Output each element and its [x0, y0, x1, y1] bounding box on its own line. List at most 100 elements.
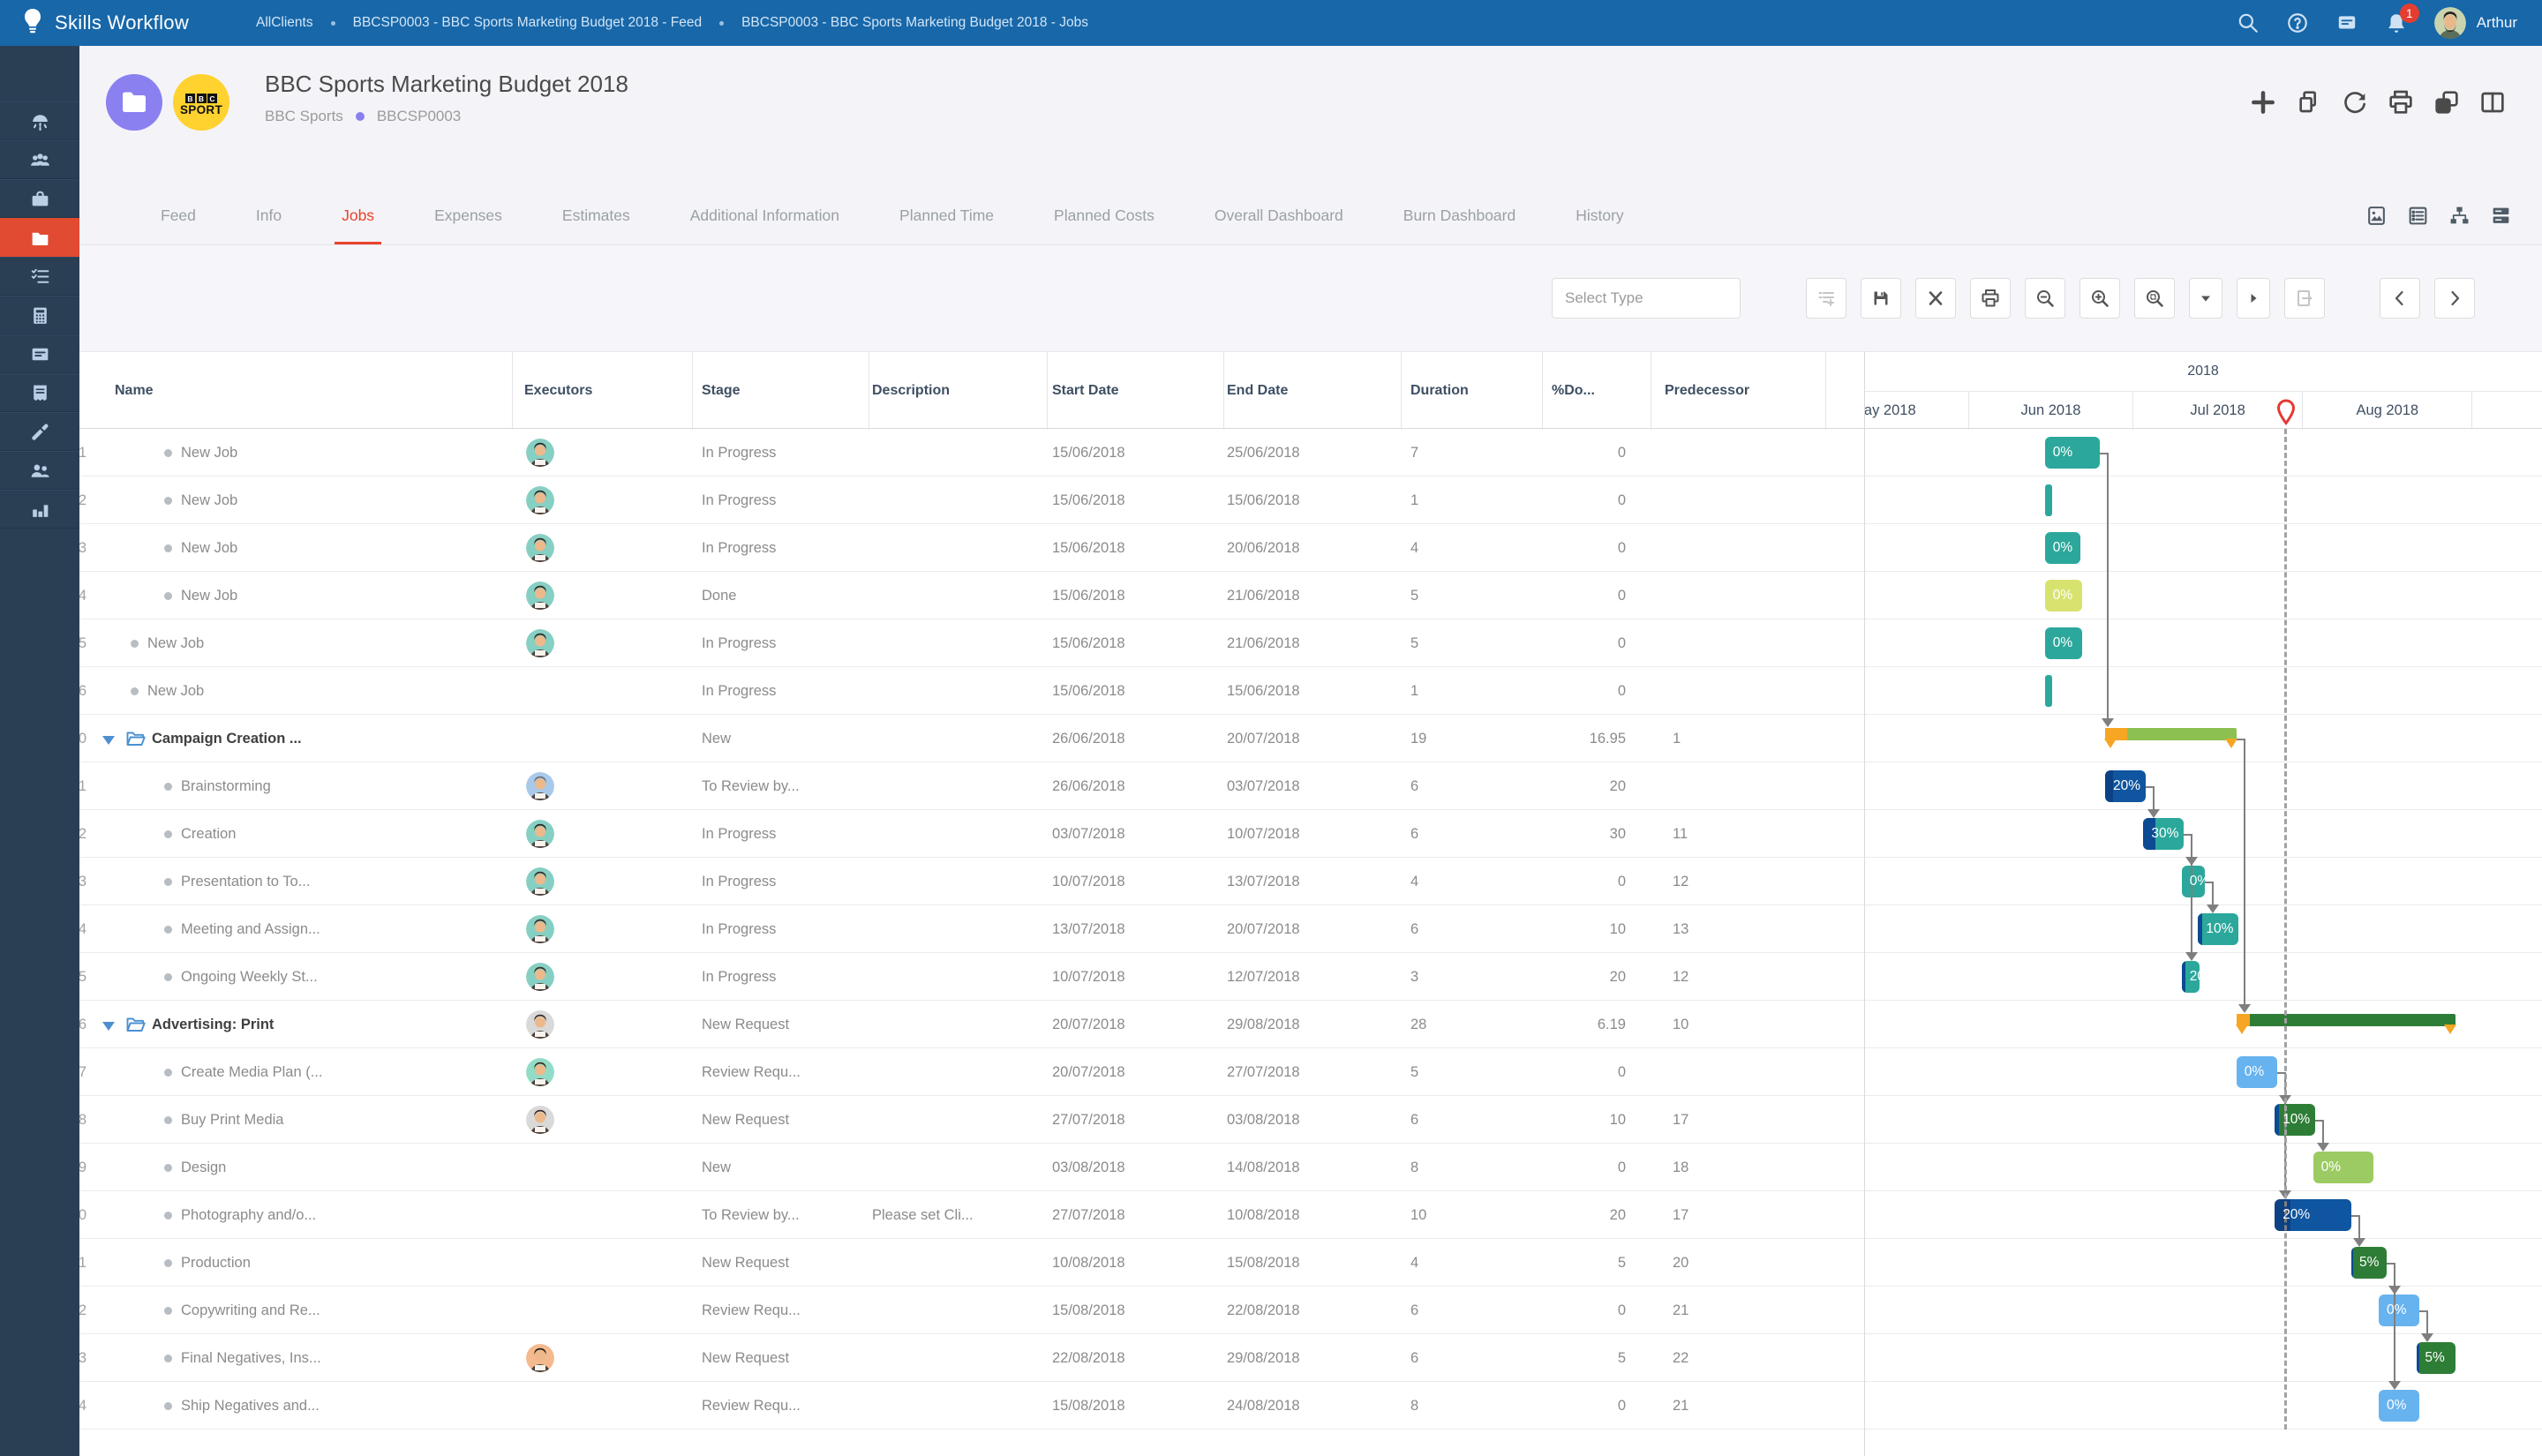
table-row[interactable]: 2New Job In Progress15/06/201815/06/2018…	[79, 477, 2542, 524]
gantt-summary-bar[interactable]	[2237, 1014, 2456, 1026]
job-name[interactable]: Ongoing Weekly St...	[181, 953, 512, 1001]
job-name[interactable]: New Job	[147, 619, 512, 667]
media-view-icon[interactable]	[2365, 205, 2388, 227]
collapse-expander[interactable]	[102, 1022, 115, 1031]
copy-button[interactable]	[2295, 88, 2323, 116]
help-icon[interactable]	[2286, 11, 2309, 34]
table-row[interactable]: 18Buy Print Media New Request27/07/20180…	[79, 1096, 2542, 1144]
table-row[interactable]: 20Photography and/o...To Review by...Ple…	[79, 1191, 2542, 1239]
tab-planned-costs[interactable]: Planned Costs	[1024, 187, 1185, 244]
job-name[interactable]: Creation	[181, 810, 512, 858]
job-name[interactable]: Campaign Creation ...	[152, 715, 512, 762]
tab-planned-time[interactable]: Planned Time	[869, 187, 1024, 244]
table-row[interactable]: 6New JobIn Progress15/06/201815/06/20181…	[79, 667, 2542, 715]
table-row[interactable]: 15Ongoing Weekly St... In Progress10/07/…	[79, 953, 2542, 1001]
job-name[interactable]: Meeting and Assign...	[181, 905, 512, 953]
table-row[interactable]: 17Create Media Plan (... Review Requ...2…	[79, 1048, 2542, 1096]
split-view-button[interactable]	[2478, 88, 2507, 116]
sidebar-item-briefcase[interactable]	[0, 179, 79, 218]
column-header-do[interactable]: %Do...	[1552, 352, 1595, 430]
table-row[interactable]: 24Ship Negatives and...Review Requ...15/…	[79, 1382, 2542, 1430]
gantt-task-bar[interactable]: 30%	[2143, 818, 2184, 850]
job-name[interactable]: New Job	[181, 524, 512, 572]
column-header-name[interactable]: Name	[115, 352, 154, 430]
gantt-task-bar[interactable]: 0%	[2182, 866, 2205, 897]
breadcrumb-item[interactable]: BBCSP0003 - BBC Sports Marketing Budget …	[353, 15, 702, 31]
sidebar-item-bar-chart[interactable]	[0, 490, 79, 529]
gantt-task-bar[interactable]	[2045, 484, 2052, 516]
sidebar-item-receipt[interactable]	[0, 373, 79, 412]
job-name[interactable]: New Job	[181, 477, 512, 524]
zoom-selection-button[interactable]	[2134, 278, 2175, 319]
breadcrumb-item[interactable]: BBCSP0003 - BBC Sports Marketing Budget …	[741, 15, 1088, 31]
sidebar-item-note-card[interactable]	[0, 334, 79, 373]
refresh-button[interactable]	[2341, 88, 2369, 116]
column-header-startdate[interactable]: Start Date	[1052, 352, 1119, 430]
rows-view-icon[interactable]	[2490, 205, 2512, 227]
chevron-right-button[interactable]	[2434, 278, 2475, 319]
print-button[interactable]	[1970, 278, 2011, 319]
zoom-out-button[interactable]	[2025, 278, 2065, 319]
gantt-task-bar[interactable]: 20%	[2275, 1199, 2351, 1231]
gantt-task-bar[interactable]: 0%	[2379, 1295, 2419, 1326]
windows-button[interactable]	[2433, 88, 2461, 116]
table-row[interactable]: 14Meeting and Assign... In Progress13/07…	[79, 905, 2542, 953]
chevron-left-button[interactable]	[2380, 278, 2420, 319]
job-name[interactable]: Photography and/o...	[181, 1191, 512, 1239]
job-name[interactable]: Design	[181, 1144, 512, 1191]
job-name[interactable]: Advertising: Print	[152, 1001, 512, 1048]
job-name[interactable]: Create Media Plan (...	[181, 1048, 512, 1096]
job-name[interactable]: New Job	[181, 572, 512, 619]
sidebar-item-people[interactable]	[0, 451, 79, 490]
breadcrumb-item[interactable]: AllClients	[256, 15, 313, 31]
sidebar-item-checklist[interactable]	[0, 257, 79, 296]
sidebar-item-calculator[interactable]	[0, 296, 79, 334]
gantt-task-bar[interactable]: 0%	[2045, 532, 2080, 564]
job-name[interactable]: Brainstorming	[181, 762, 512, 810]
brand[interactable]: Skills Workflow	[0, 8, 256, 39]
table-row[interactable]: 4New Job Done15/06/201821/06/201850	[79, 572, 2542, 619]
list-view-icon[interactable]	[2407, 205, 2429, 227]
sidebar-item-users-group[interactable]	[0, 140, 79, 179]
tab-overall-dashboard[interactable]: Overall Dashboard	[1185, 187, 1373, 244]
gantt-task-bar[interactable]: 0%	[2313, 1152, 2373, 1183]
table-row[interactable]: 1New Job In Progress15/06/201825/06/2018…	[79, 429, 2542, 477]
tab-burn-dashboard[interactable]: Burn Dashboard	[1373, 187, 1546, 244]
job-name[interactable]: Buy Print Media	[181, 1096, 512, 1144]
tab-estimates[interactable]: Estimates	[532, 187, 660, 244]
sidebar-item-brush[interactable]	[0, 412, 79, 451]
sidebar-item-folder[interactable]	[0, 218, 79, 257]
gantt-task-bar[interactable]: 0%	[2045, 437, 2100, 469]
table-row[interactable]: 5New Job In Progress15/06/201821/06/2018…	[79, 619, 2542, 667]
bell-icon[interactable]: 1	[2385, 11, 2408, 34]
clear-button[interactable]	[1915, 278, 1956, 319]
job-name[interactable]: New Job	[147, 667, 512, 715]
table-row[interactable]: 16Advertising: Print New Request20/07/20…	[79, 1001, 2542, 1048]
table-row[interactable]: 22Copywriting and Re...Review Requ...15/…	[79, 1287, 2542, 1334]
print-button[interactable]	[2387, 88, 2415, 116]
tree-view-icon[interactable]	[2448, 205, 2471, 227]
tab-history[interactable]: History	[1546, 187, 1653, 244]
table-row[interactable]: 21ProductionNew Request10/08/201815/08/2…	[79, 1239, 2542, 1287]
column-header-predecessor[interactable]: Predecessor	[1665, 352, 1749, 430]
column-header-duration[interactable]: Duration	[1410, 352, 1469, 430]
gantt-task-bar[interactable]: 0%	[2045, 627, 2082, 659]
column-header-description[interactable]: Description	[872, 352, 950, 430]
job-name[interactable]: Copywriting and Re...	[181, 1287, 512, 1334]
caret-right-button[interactable]	[2237, 278, 2270, 319]
job-name[interactable]: Final Negatives, Ins...	[181, 1334, 512, 1382]
gantt-task-bar[interactable]: 5%	[2417, 1342, 2456, 1374]
job-name[interactable]: New Job	[181, 429, 512, 477]
gantt-task-bar[interactable]: 20%	[2105, 770, 2146, 802]
gantt-task-bar[interactable]: 0%	[2045, 580, 2082, 612]
gantt-task-bar[interactable]: 5%	[2351, 1247, 2387, 1279]
caret-down-button[interactable]	[2189, 278, 2222, 319]
tab-expenses[interactable]: Expenses	[404, 187, 532, 244]
job-name[interactable]: Production	[181, 1239, 512, 1287]
table-row[interactable]: 13Presentation to To... In Progress10/07…	[79, 858, 2542, 905]
add-button[interactable]	[2249, 88, 2277, 116]
column-header-executors[interactable]: Executors	[524, 352, 592, 430]
table-row[interactable]: 3New Job In Progress15/06/201820/06/2018…	[79, 524, 2542, 572]
zoom-in-button[interactable]	[2079, 278, 2120, 319]
gantt-task-bar[interactable]: 0%	[2237, 1056, 2277, 1088]
